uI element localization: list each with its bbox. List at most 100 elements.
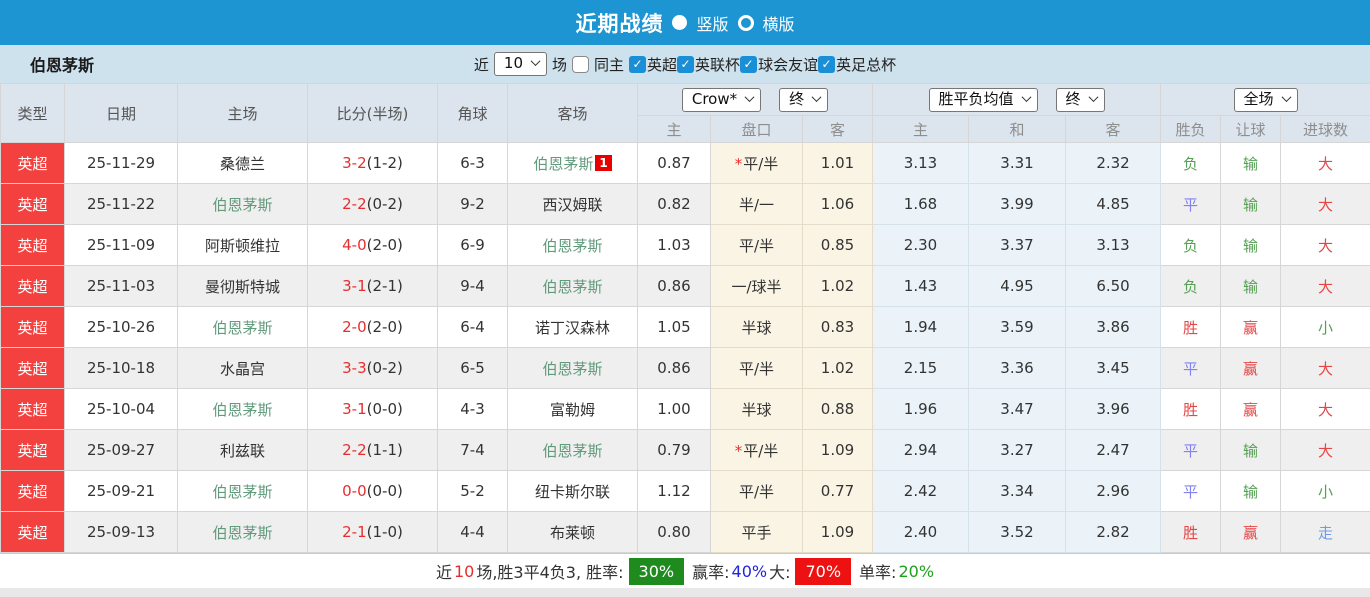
corner-cell: 9-4	[438, 266, 508, 307]
league-cell: 英超	[1, 184, 65, 225]
table-row: 英超 25-11-22 伯恩茅斯 2-2(0-2) 9-2 西汉姆联 0.82 …	[1, 184, 1370, 225]
result-cell: 平	[1161, 184, 1221, 225]
away-team-cell: 伯恩茅斯	[508, 430, 638, 471]
result-cell: 胜	[1161, 389, 1221, 430]
competition-checkbox[interactable]: ✓	[818, 56, 835, 73]
league-cell: 英超	[1, 471, 65, 512]
corner-cell: 9-2	[438, 184, 508, 225]
competition-label[interactable]: 球会友谊	[758, 54, 818, 75]
score-fulltime: 3-2	[342, 154, 367, 172]
goals-result-cell: 大	[1281, 430, 1370, 471]
handicap-cell: 平/半	[711, 225, 803, 266]
home-team-cell: 伯恩茅斯	[178, 184, 308, 225]
avg-home-cell: 2.42	[873, 471, 969, 512]
result-cell: 平	[1161, 430, 1221, 471]
competition-label[interactable]: 英超	[647, 54, 677, 75]
score-fulltime: 0-0	[342, 482, 367, 500]
odds-time-select[interactable]: 终	[779, 88, 828, 112]
sub-header-avg-draw: 和	[969, 116, 1066, 143]
score-fulltime: 2-1	[342, 523, 367, 541]
date-cell: 25-09-27	[65, 430, 178, 471]
date-cell: 25-10-04	[65, 389, 178, 430]
date-cell: 25-10-18	[65, 348, 178, 389]
odds-select-group: Crow* 终	[638, 84, 873, 116]
handicap-cell: 半球	[711, 307, 803, 348]
score-cell: 3-3(0-2)	[308, 348, 438, 389]
avg-home-cell: 1.68	[873, 184, 969, 225]
corner-cell: 7-4	[438, 430, 508, 471]
near-label: 近	[474, 54, 489, 75]
footer-stat: 70%	[795, 558, 851, 585]
competition-checkbox[interactable]: ✓	[677, 56, 694, 73]
table-row: 英超 25-11-29 桑德兰 3-2(1-2) 6-3 伯恩茅斯1 0.87 …	[1, 143, 1370, 184]
competition-filter-list: ✓英超✓英联杯✓球会友谊✓英足总杯	[629, 54, 896, 75]
vertical-view-label[interactable]: 竖版	[696, 11, 728, 35]
sub-header-handicap: 盘口	[711, 116, 803, 143]
odds-home-cell: 0.87	[638, 143, 711, 184]
horizontal-view-label[interactable]: 横版	[763, 11, 795, 35]
sub-header-avg-away: 客	[1066, 116, 1161, 143]
col-header-date: 日期	[65, 84, 178, 143]
competition-label[interactable]: 英足总杯	[836, 54, 896, 75]
score-cell: 2-2(0-2)	[308, 184, 438, 225]
goals-result-cell: 大	[1281, 348, 1370, 389]
odds-away-cell: 1.02	[803, 348, 873, 389]
same-home-checkbox[interactable]	[572, 56, 589, 73]
score-halftime: (0-0)	[367, 482, 403, 500]
odds-away-cell: 1.06	[803, 184, 873, 225]
table-row: 英超 25-09-27 利兹联 2-2(1-1) 7-4 伯恩茅斯 0.79 *…	[1, 430, 1370, 471]
title-bar: 近期战绩 竖版 横版	[0, 0, 1370, 45]
avg-home-cell: 3.13	[873, 143, 969, 184]
away-team-cell: 纽卡斯尔联	[508, 471, 638, 512]
home-team-cell: 伯恩茅斯	[178, 512, 308, 553]
competition-filter: ✓球会友谊	[740, 54, 818, 75]
avg-time-select[interactable]: 终	[1056, 88, 1105, 112]
avg-home-cell: 1.96	[873, 389, 969, 430]
same-home-label[interactable]: 同主	[594, 54, 624, 75]
let-result-cell: 赢	[1221, 512, 1281, 553]
horizontal-view-radio[interactable]	[738, 15, 754, 31]
let-result-cell: 赢	[1221, 348, 1281, 389]
date-cell: 25-11-22	[65, 184, 178, 225]
score-fulltime: 2-2	[342, 195, 367, 213]
league-cell: 英超	[1, 512, 65, 553]
away-team-cell: 伯恩茅斯1	[508, 143, 638, 184]
score-fulltime: 3-1	[342, 400, 367, 418]
goals-result-cell: 大	[1281, 266, 1370, 307]
home-team-cell: 利兹联	[178, 430, 308, 471]
avg-home-cell: 1.43	[873, 266, 969, 307]
score-fulltime: 2-0	[342, 318, 367, 336]
sub-header-odds-away: 客	[803, 116, 873, 143]
away-team-cell: 伯恩茅斯	[508, 266, 638, 307]
chevron-down-icon	[745, 92, 755, 102]
score-halftime: (1-2)	[367, 154, 403, 172]
date-cell: 25-11-29	[65, 143, 178, 184]
odds-home-cell: 0.80	[638, 512, 711, 553]
scope-select[interactable]: 全场	[1234, 88, 1298, 112]
date-cell: 25-09-13	[65, 512, 178, 553]
footer-stat: 近	[436, 559, 452, 583]
competition-label[interactable]: 英联杯	[695, 54, 740, 75]
summary-footer: 近10场,胜3平4负3, 胜率:30%赢率:40%大:70%单率:20%	[0, 553, 1370, 588]
handicap-cell: 平手	[711, 512, 803, 553]
rank-badge: 1	[595, 155, 611, 171]
corner-cell: 6-3	[438, 143, 508, 184]
competition-checkbox[interactable]: ✓	[740, 56, 757, 73]
competition-checkbox[interactable]: ✓	[629, 56, 646, 73]
odds-away-cell: 0.88	[803, 389, 873, 430]
table-row: 英超 25-10-04 伯恩茅斯 3-1(0-0) 4-3 富勒姆 1.00 半…	[1, 389, 1370, 430]
odds-home-cell: 0.86	[638, 266, 711, 307]
avg-home-cell: 2.40	[873, 512, 969, 553]
avg-draw-cell: 3.37	[969, 225, 1066, 266]
footer-stat: 场,胜3平4负3, 胜率:	[476, 559, 623, 583]
vertical-view-radio[interactable]	[672, 15, 687, 30]
odds-source-select[interactable]: Crow*	[682, 88, 761, 112]
match-count-select[interactable]: 10	[494, 52, 547, 76]
competition-filter: ✓英联杯	[677, 54, 740, 75]
corner-cell: 6-4	[438, 307, 508, 348]
avg-type-select[interactable]: 胜平负均值	[929, 88, 1038, 112]
away-team-cell: 富勒姆	[508, 389, 638, 430]
let-result-cell: 输	[1221, 471, 1281, 512]
goals-result-cell: 大	[1281, 184, 1370, 225]
odds-away-cell: 1.09	[803, 512, 873, 553]
